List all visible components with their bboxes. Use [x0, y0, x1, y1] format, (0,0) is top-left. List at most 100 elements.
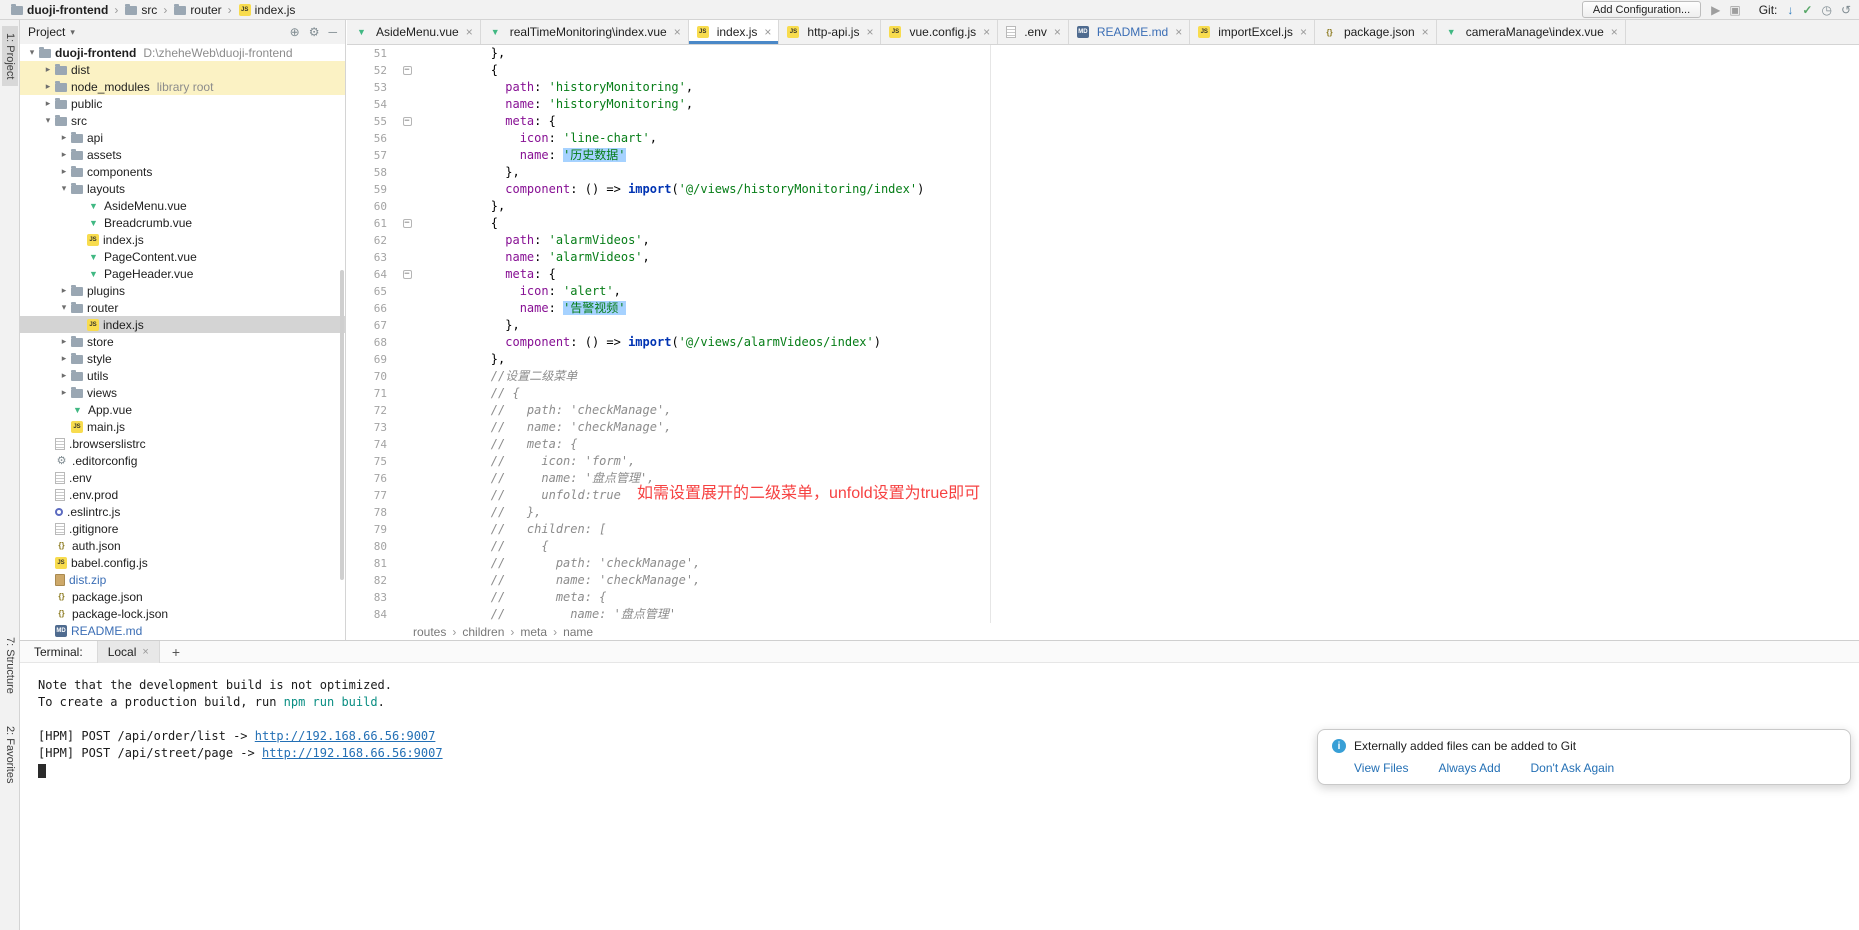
collapse-icon[interactable]: − — [403, 219, 412, 228]
tree-item-.browserslistrc[interactable]: .browserslistrc — [20, 435, 345, 452]
code-line[interactable]: 74 // meta: { — [347, 436, 1859, 453]
tab-asidemenu.vue[interactable]: ▼AsideMenu.vue× — [347, 20, 481, 44]
run-icon[interactable]: ▶ — [1711, 4, 1720, 16]
tree-item-public[interactable]: ▸public — [20, 95, 345, 112]
tree-item-index.js[interactable]: JSindex.js — [20, 316, 345, 333]
locate-icon[interactable]: ⊕ — [290, 25, 300, 39]
code-line[interactable]: 55− meta: { — [347, 113, 1859, 130]
commit-icon[interactable]: ✓ — [1802, 4, 1812, 16]
tree-item-.gitignore[interactable]: .gitignore — [20, 520, 345, 537]
tree-item-pageheader.vue[interactable]: ▼PageHeader.vue — [20, 265, 345, 282]
close-icon[interactable]: × — [142, 646, 148, 658]
notification-action-view-files[interactable]: View Files — [1354, 761, 1408, 775]
editor-breadcrumb-item-name[interactable]: name — [561, 625, 595, 639]
code-line[interactable]: 57 name: '历史数据' — [347, 147, 1859, 164]
code-line[interactable]: 73 // name: 'checkManage', — [347, 419, 1859, 436]
code-line[interactable]: 72 // path: 'checkManage', — [347, 402, 1859, 419]
chevron-right-icon[interactable]: ▸ — [58, 353, 70, 364]
toolwindow-button-2-favorites[interactable]: 2: Favorites — [2, 719, 18, 790]
code-editor[interactable]: 51 },52− {53 path: 'historyMonitoring',5… — [347, 45, 1859, 623]
tab-index.js[interactable]: JSindex.js× — [689, 20, 780, 44]
code-line[interactable]: 70 //设置二级菜单 — [347, 368, 1859, 385]
notification-action-always-add[interactable]: Always Add — [1438, 761, 1500, 775]
tab-readme.md[interactable]: MDREADME.md× — [1069, 20, 1190, 44]
code-line[interactable]: 68 component: () => import('@/views/alar… — [347, 334, 1859, 351]
tree-item-style[interactable]: ▸style — [20, 350, 345, 367]
tree-item-asidemenu.vue[interactable]: ▼AsideMenu.vue — [20, 197, 345, 214]
debug-icon[interactable]: ▣ — [1729, 4, 1740, 16]
close-icon[interactable]: × — [1175, 25, 1182, 39]
terminal-tab-local[interactable]: Local × — [97, 641, 160, 663]
tab-package.json[interactable]: {}package.json× — [1315, 20, 1437, 44]
chevron-right-icon[interactable]: ▸ — [58, 149, 70, 160]
fold-marker[interactable]: − — [393, 62, 421, 79]
terminal-link[interactable]: http://192.168.66.56:9007 — [255, 729, 436, 743]
code-line[interactable]: 51 }, — [347, 45, 1859, 62]
code-line[interactable]: 62 path: 'alarmVideos', — [347, 232, 1859, 249]
breadcrumb-item-src[interactable]: src — [122, 3, 159, 17]
chevron-right-icon[interactable]: ▸ — [42, 64, 54, 75]
tree-item-components[interactable]: ▸components — [20, 163, 345, 180]
editor-breadcrumb-item-routes[interactable]: routes — [411, 625, 448, 639]
chevron-right-icon[interactable]: ▸ — [42, 81, 54, 92]
new-terminal-button[interactable]: + — [172, 644, 180, 660]
tree-item-app.vue[interactable]: ▼App.vue — [20, 401, 345, 418]
collapse-icon[interactable]: − — [403, 66, 412, 75]
close-icon[interactable]: × — [983, 25, 990, 39]
tree-item-api[interactable]: ▸api — [20, 129, 345, 146]
close-icon[interactable]: × — [466, 25, 473, 39]
tab-.env[interactable]: .env× — [998, 20, 1069, 44]
settings-icon[interactable]: ⚙ — [309, 25, 320, 39]
chevron-right-icon[interactable]: ▸ — [58, 370, 70, 381]
close-icon[interactable]: × — [1422, 25, 1429, 39]
code-line[interactable]: 79 // children: [ — [347, 521, 1859, 538]
close-icon[interactable]: × — [1611, 25, 1618, 39]
code-line[interactable]: 80 // { — [347, 538, 1859, 555]
code-line[interactable]: 82 // name: 'checkManage', — [347, 572, 1859, 589]
code-line[interactable]: 63 name: 'alarmVideos', — [347, 249, 1859, 266]
chevron-down-icon[interactable]: ▾ — [58, 302, 70, 313]
project-panel-title[interactable]: Project — [28, 25, 65, 39]
fold-marker[interactable]: − — [393, 113, 421, 130]
code-line[interactable]: 76 // name: '盘点管理', — [347, 470, 1859, 487]
tree-item-duoji-frontend[interactable]: ▾duoji-frontendD:\zheheWeb\duoji-fronten… — [20, 44, 345, 61]
notification-action-don-t-ask-again[interactable]: Don't Ask Again — [1531, 761, 1615, 775]
code-line[interactable]: 71 // { — [347, 385, 1859, 402]
code-line[interactable]: 67 }, — [347, 317, 1859, 334]
scrollbar[interactable] — [340, 270, 344, 580]
history-icon[interactable]: ◷ — [1821, 4, 1831, 16]
chevron-down-icon[interactable]: ▾ — [58, 183, 70, 194]
collapse-icon[interactable]: − — [403, 270, 412, 279]
chevron-down-icon[interactable]: ▾ — [70, 27, 75, 38]
breadcrumb-item-router[interactable]: router — [171, 3, 223, 17]
code-line[interactable]: 78 // }, — [347, 504, 1859, 521]
chevron-right-icon[interactable]: ▸ — [58, 387, 70, 398]
tab-realtimemonitoring-index.vue[interactable]: ▼realTimeMonitoring\index.vue× — [481, 20, 689, 44]
code-line[interactable]: 65 icon: 'alert', — [347, 283, 1859, 300]
code-line[interactable]: 77 // unfold:true如需设置展开的二级菜单，unfold设置为tr… — [347, 487, 1859, 504]
tree-item-pagecontent.vue[interactable]: ▼PageContent.vue — [20, 248, 345, 265]
fold-marker[interactable]: − — [393, 215, 421, 232]
tab-vue.config.js[interactable]: JSvue.config.js× — [881, 20, 998, 44]
tree-item-node-modules[interactable]: ▸node_moduleslibrary root — [20, 78, 345, 95]
tree-item-utils[interactable]: ▸utils — [20, 367, 345, 384]
tree-item-.editorconfig[interactable]: ⚙.editorconfig — [20, 452, 345, 469]
terminal-link[interactable]: http://192.168.66.56:9007 — [262, 746, 443, 760]
tree-item-router[interactable]: ▾router — [20, 299, 345, 316]
code-line[interactable]: 84 // name: '盘点管理' — [347, 606, 1859, 623]
add-configuration-button[interactable]: Add Configuration... — [1582, 1, 1701, 18]
code-line[interactable]: 83 // meta: { — [347, 589, 1859, 606]
code-line[interactable]: 66 name: '告警视频' — [347, 300, 1859, 317]
tree-item-readme.md[interactable]: MDREADME.md — [20, 622, 345, 639]
tree-item-auth.json[interactable]: {}auth.json — [20, 537, 345, 554]
code-line[interactable]: 54 name: 'historyMonitoring', — [347, 96, 1859, 113]
close-icon[interactable]: × — [764, 25, 771, 39]
code-line[interactable]: 58 }, — [347, 164, 1859, 181]
tree-item-dist.zip[interactable]: dist.zip — [20, 571, 345, 588]
tree-item-.env.prod[interactable]: .env.prod — [20, 486, 345, 503]
update-project-icon[interactable]: ↓ — [1787, 4, 1793, 16]
tab-http-api.js[interactable]: JShttp-api.js× — [779, 20, 881, 44]
tree-item-main.js[interactable]: JSmain.js — [20, 418, 345, 435]
toolwindow-button-1-project[interactable]: 1: Project — [2, 26, 18, 86]
tree-item-plugins[interactable]: ▸plugins — [20, 282, 345, 299]
